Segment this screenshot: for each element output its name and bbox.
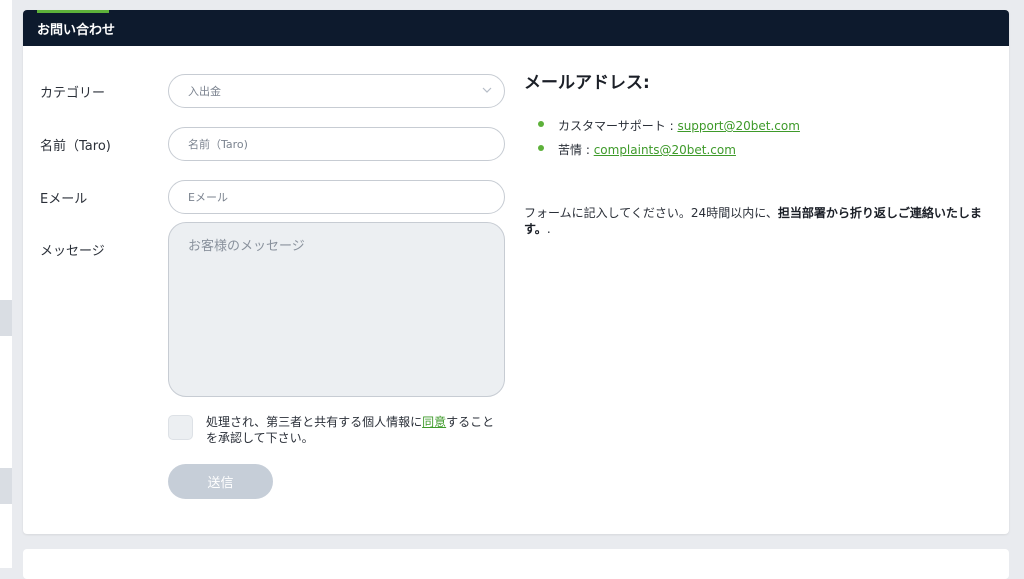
note-plain: フォームに記入してください。24時間以内に、	[524, 206, 778, 220]
note-tail: .	[546, 222, 551, 236]
bullet-dot-icon	[538, 121, 544, 127]
consent-text-before: 処理され、第三者と共有する個人情報に	[206, 415, 423, 429]
email-input[interactable]: Eメール	[168, 180, 505, 214]
list-item: カスタマーサポート : support@20bet.com	[538, 117, 800, 141]
next-card	[23, 549, 1009, 579]
complaints-email-link[interactable]: complaints@20bet.com	[594, 143, 736, 157]
name-label: 名前（Taro)	[40, 139, 111, 154]
email-item-label: カスタマーサポート :	[558, 119, 678, 133]
email-label: Eメール	[40, 192, 88, 207]
email-placeholder: Eメール	[188, 191, 228, 204]
consent-link[interactable]: 同意	[422, 415, 446, 429]
category-label: カテゴリー	[40, 86, 106, 101]
contact-info: メールアドレス: カスタマーサポート : support@20bet.com 苦…	[524, 46, 994, 534]
left-rail-segment	[0, 468, 12, 504]
category-value: 入出金	[188, 85, 221, 98]
category-select[interactable]: 入出金	[168, 74, 505, 108]
message-label: メッセージ	[40, 244, 105, 259]
left-rail-segment	[0, 300, 12, 336]
page-title: お問い合わせ	[37, 22, 116, 38]
list-item: 苦情 : complaints@20bet.com	[538, 141, 800, 165]
message-textarea[interactable]: お客様のメッセージ	[168, 222, 505, 397]
right-edge	[1015, 0, 1024, 568]
bullet-dot-icon	[538, 145, 544, 151]
name-placeholder: 名前（Taro)	[188, 138, 248, 151]
left-rail	[0, 0, 12, 568]
consent-text: 処理され、第三者と共有する個人情報に同意することを承認して下さい。	[206, 414, 506, 446]
email-heading: メールアドレス:	[524, 73, 650, 93]
submit-label: 送信	[207, 476, 234, 491]
submit-button[interactable]: 送信	[168, 464, 273, 499]
contact-card: お問い合わせ カテゴリー 入出金 名前（Taro) 名前（Taro) Eメール …	[23, 10, 1009, 534]
header-accent-bar	[37, 10, 109, 13]
support-email-link[interactable]: support@20bet.com	[677, 119, 800, 133]
card-header: お問い合わせ	[23, 10, 1009, 46]
response-note: フォームに記入してください。24時間以内に、担当部署から折り返しご連絡いたします…	[524, 205, 986, 237]
message-placeholder: お客様のメッセージ	[188, 239, 305, 254]
name-input[interactable]: 名前（Taro)	[168, 127, 505, 161]
consent-checkbox[interactable]	[168, 415, 193, 440]
chevron-down-icon	[482, 87, 492, 93]
email-item-label: 苦情 :	[558, 143, 594, 157]
email-list: カスタマーサポート : support@20bet.com 苦情 : compl…	[538, 117, 800, 165]
contact-form: カテゴリー 入出金 名前（Taro) 名前（Taro) Eメール Eメール メッ…	[23, 46, 523, 534]
